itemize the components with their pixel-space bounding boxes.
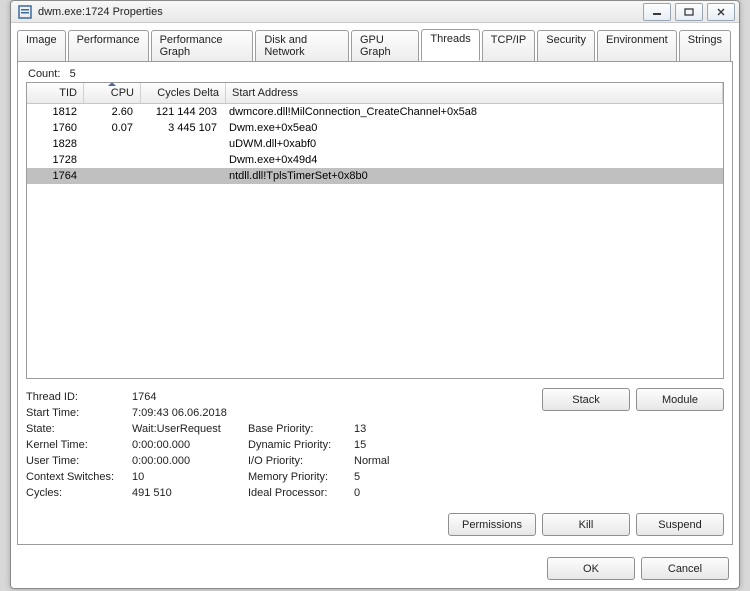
threads-tab-panel: Count: 5 TID CPU Cycles Delta Start Addr…	[17, 61, 733, 545]
close-button[interactable]	[707, 3, 735, 21]
window-title: dwm.exe:1724 Properties	[38, 6, 163, 18]
memory-priority-value: 5	[354, 471, 414, 483]
maximize-button[interactable]	[675, 3, 703, 21]
tab-gpu-graph[interactable]: GPU Graph	[351, 30, 419, 62]
listview-header: TID CPU Cycles Delta Start Address	[27, 83, 723, 104]
column-cycles-delta[interactable]: Cycles Delta	[141, 83, 226, 103]
base-priority-value: 13	[354, 423, 414, 435]
kernel-time-label: Kernel Time:	[26, 439, 126, 451]
listview-body: 18122.60121 144 203dwmcore.dll!MilConnec…	[27, 104, 723, 378]
tab-strings[interactable]: Strings	[679, 30, 731, 62]
titlebar: dwm.exe:1724 Properties	[11, 1, 739, 23]
ideal-processor-label: Ideal Processor:	[248, 487, 348, 499]
tab-image[interactable]: Image	[17, 30, 66, 62]
minimize-button[interactable]	[643, 3, 671, 21]
cell-start-address: Dwm.exe+0x49d4	[223, 154, 723, 166]
thread-id-label: Thread ID:	[26, 391, 126, 403]
cell-cpu: 2.60	[83, 106, 139, 118]
ideal-processor-value: 0	[354, 487, 414, 499]
cell-start-address: Dwm.exe+0x5ea0	[223, 122, 723, 134]
column-tid[interactable]: TID	[27, 83, 84, 103]
cell-cycles-delta: 121 144 203	[139, 106, 223, 118]
cell-cpu: 0.07	[83, 122, 139, 134]
thread-row[interactable]: 1764 ntdll.dll!TplsTimerSet+0x8b0	[27, 168, 723, 184]
app-icon	[17, 4, 33, 20]
base-priority-label: Base Priority:	[248, 423, 348, 435]
io-priority-value: Normal	[354, 455, 414, 467]
user-time-label: User Time:	[26, 455, 126, 467]
state-value: Wait:UserRequest	[132, 423, 242, 435]
permissions-button[interactable]: Permissions	[448, 513, 536, 536]
cell-tid: 1760	[27, 122, 83, 134]
tab-performance-graph[interactable]: Performance Graph	[151, 30, 254, 62]
column-start-address[interactable]: Start Address	[226, 83, 723, 103]
start-time-label: Start Time:	[26, 407, 126, 419]
io-priority-label: I/O Priority:	[248, 455, 348, 467]
tabstrip: ImagePerformancePerformance GraphDisk an…	[11, 23, 739, 61]
threads-listview[interactable]: TID CPU Cycles Delta Start Address 18122…	[26, 82, 724, 379]
thread-action-buttons: Permissions Kill Suspend	[26, 513, 724, 536]
properties-window: dwm.exe:1724 Properties ImagePerformance…	[10, 0, 740, 589]
cell-cycles-delta: 3 445 107	[139, 122, 223, 134]
cell-tid: 1812	[27, 106, 83, 118]
tab-performance[interactable]: Performance	[68, 30, 149, 62]
kill-button[interactable]: Kill	[542, 513, 630, 536]
stack-button[interactable]: Stack	[542, 388, 630, 411]
count-value: 5	[70, 68, 76, 80]
cycles-value: 491 510	[132, 487, 242, 499]
tab-environment[interactable]: Environment	[597, 30, 677, 62]
thread-row[interactable]: 17600.073 445 107Dwm.exe+0x5ea0	[27, 120, 723, 136]
context-switches-value: 10	[132, 471, 242, 483]
tab-security[interactable]: Security	[537, 30, 595, 62]
cell-tid: 1764	[27, 170, 83, 182]
thread-count: Count: 5	[28, 68, 724, 80]
ok-button[interactable]: OK	[547, 557, 635, 580]
cell-start-address: ntdll.dll!TplsTimerSet+0x8b0	[223, 170, 723, 182]
module-button[interactable]: Module	[636, 388, 724, 411]
cycles-label: Cycles:	[26, 487, 126, 499]
cell-tid: 1728	[27, 154, 83, 166]
kernel-time-value: 0:00:00.000	[132, 439, 242, 451]
thread-row[interactable]: 1828 uDWM.dll+0xabf0	[27, 136, 723, 152]
state-label: State:	[26, 423, 126, 435]
dialog-buttons: OK Cancel	[11, 551, 739, 588]
cell-tid: 1828	[27, 138, 83, 150]
tab-disk-and-network[interactable]: Disk and Network	[255, 30, 349, 62]
thread-row[interactable]: 18122.60121 144 203dwmcore.dll!MilConnec…	[27, 104, 723, 120]
thread-row[interactable]: 1728 Dwm.exe+0x49d4	[27, 152, 723, 168]
cell-start-address: dwmcore.dll!MilConnection_CreateChannel+…	[223, 106, 723, 118]
thread-details: Stack Module Thread ID: 1764 Start Time:…	[26, 391, 724, 499]
user-time-value: 0:00:00.000	[132, 455, 242, 467]
suspend-button[interactable]: Suspend	[636, 513, 724, 536]
dynamic-priority-value: 15	[354, 439, 414, 451]
dynamic-priority-label: Dynamic Priority:	[248, 439, 348, 451]
count-label: Count:	[28, 68, 60, 80]
column-cpu[interactable]: CPU	[84, 83, 141, 103]
tab-tcp-ip[interactable]: TCP/IP	[482, 30, 535, 62]
memory-priority-label: Memory Priority:	[248, 471, 348, 483]
cancel-button[interactable]: Cancel	[641, 557, 729, 580]
context-switches-label: Context Switches:	[26, 471, 126, 483]
cell-start-address: uDWM.dll+0xabf0	[223, 138, 723, 150]
tab-threads[interactable]: Threads	[421, 29, 479, 61]
